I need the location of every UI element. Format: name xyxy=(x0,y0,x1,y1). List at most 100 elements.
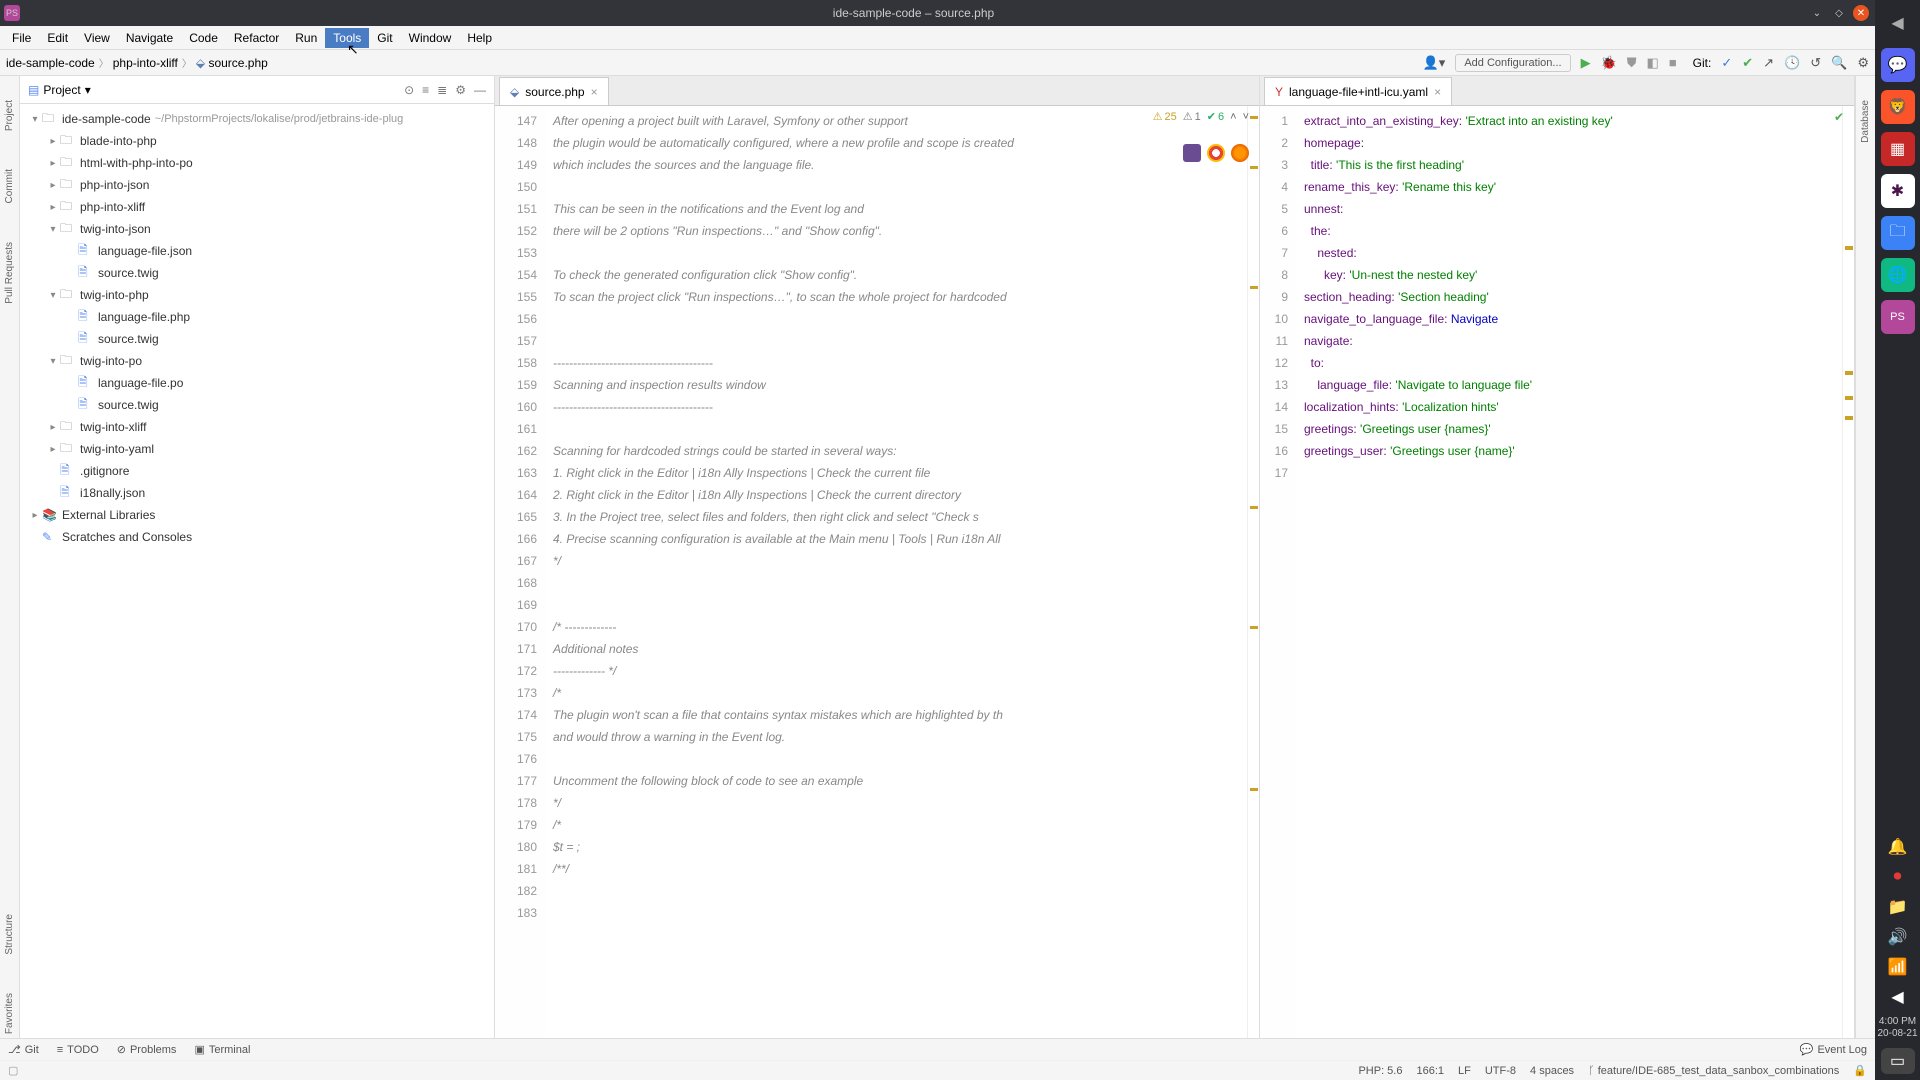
tree-row[interactable]: 🗎language-file.po xyxy=(20,372,494,394)
source-editor[interactable]: ⚠25 ⚠1 ✔6 ˄ ˅ 14714814915015115215315415… xyxy=(495,106,1259,1038)
dock-show-desktop-icon[interactable]: ▭ xyxy=(1881,1048,1915,1074)
tree-arrow-icon[interactable]: ▸ xyxy=(46,136,60,147)
git-commit-button[interactable]: ✔ xyxy=(1742,55,1753,71)
toolwindow-problems[interactable]: ⊘ Problems xyxy=(117,1043,177,1056)
tree-row[interactable]: ▸🗀blade-into-php xyxy=(20,130,494,152)
menu-code[interactable]: Code xyxy=(181,28,226,48)
dock-volume-icon[interactable]: 🔊 xyxy=(1881,926,1915,948)
dock-globe-icon[interactable]: 🌐 xyxy=(1881,258,1915,292)
menu-edit[interactable]: Edit xyxy=(39,28,76,48)
git-push-button[interactable]: ↗ xyxy=(1763,55,1774,71)
tree-row[interactable]: ▸📚External Libraries xyxy=(20,504,494,526)
chrome-icon[interactable] xyxy=(1207,144,1225,162)
phpstorm-preview-icon[interactable] xyxy=(1183,144,1201,162)
git-update-button[interactable]: ✓ xyxy=(1721,55,1732,71)
settings-icon[interactable]: ⚙ xyxy=(1857,55,1869,71)
menu-window[interactable]: Window xyxy=(401,28,460,48)
coverage-button[interactable]: ⛊ xyxy=(1627,55,1637,71)
caret-position[interactable]: 166:1 xyxy=(1416,1065,1444,1077)
menu-tools[interactable]: Tools xyxy=(325,28,369,48)
tree-row[interactable]: ▸🗀php-into-xliff xyxy=(20,196,494,218)
tree-row[interactable]: 🗎source.twig xyxy=(20,394,494,416)
tree-row[interactable]: 🗎language-file.php xyxy=(20,306,494,328)
close-button[interactable]: ✕ xyxy=(1851,3,1871,23)
menu-run[interactable]: Run xyxy=(287,28,325,48)
error-stripe[interactable] xyxy=(1842,106,1854,1038)
tree-arrow-icon[interactable]: ▸ xyxy=(46,444,60,455)
project-view-selector[interactable]: ▤ Project ▾ xyxy=(28,83,91,97)
breadcrumb-item[interactable]: ⬙ source.php xyxy=(196,56,268,70)
tree-arrow-icon[interactable]: ▸ xyxy=(46,180,60,191)
user-icon[interactable]: 👤▾ xyxy=(1423,55,1446,71)
project-tree[interactable]: ▾🗀ide-sample-code~/PhpstormProjects/loka… xyxy=(20,104,494,1038)
panel-settings-icon[interactable]: ⚙ xyxy=(455,83,466,97)
menu-refactor[interactable]: Refactor xyxy=(226,28,287,48)
tree-row[interactable]: ▾🗀twig-into-po xyxy=(20,350,494,372)
tree-arrow-icon[interactable]: ▸ xyxy=(46,422,60,433)
stop-button[interactable]: ■ xyxy=(1669,55,1677,70)
git-branch[interactable]: ᚴ feature/IDE-685_test_data_sanbox_combi… xyxy=(1588,1065,1839,1077)
add-configuration-button[interactable]: Add Configuration... xyxy=(1455,54,1570,72)
select-opened-file-icon[interactable]: ⊙ xyxy=(404,83,414,97)
tree-row[interactable]: ▾🗀twig-into-php xyxy=(20,284,494,306)
maximize-button[interactable]: ◇ xyxy=(1829,3,1849,23)
tree-row[interactable]: ▾🗀ide-sample-code~/PhpstormProjects/loka… xyxy=(20,108,494,130)
minimize-button[interactable]: ⌄ xyxy=(1807,3,1827,23)
pull-requests-tool-button[interactable]: Pull Requests xyxy=(4,238,15,308)
menu-view[interactable]: View xyxy=(76,28,118,48)
search-icon[interactable]: 🔍 xyxy=(1831,55,1847,71)
indent-info[interactable]: 4 spaces xyxy=(1530,1065,1574,1077)
file-encoding[interactable]: UTF-8 xyxy=(1485,1065,1516,1077)
tree-row[interactable]: ▸🗀twig-into-xliff xyxy=(20,416,494,438)
hide-panel-icon[interactable]: — xyxy=(474,83,486,97)
tree-row[interactable]: 🗎i18nally.json xyxy=(20,482,494,504)
menu-file[interactable]: File xyxy=(4,28,39,48)
tree-row[interactable]: ▸🗀html-with-php-into-po xyxy=(20,152,494,174)
dock-back-icon[interactable]: ◀ xyxy=(1881,986,1915,1008)
tree-row[interactable]: ✎Scratches and Consoles xyxy=(20,526,494,548)
tree-arrow-icon[interactable]: ▸ xyxy=(28,510,42,521)
yaml-editor[interactable]: ✔ 1234567891011121314151617 extract_into… xyxy=(1260,106,1854,1038)
tree-row[interactable]: ▸🗀php-into-json xyxy=(20,174,494,196)
dock-record-icon[interactable]: ⏺ xyxy=(1881,866,1915,888)
favorites-tool-button[interactable]: Favorites xyxy=(4,989,15,1038)
tree-row[interactable]: 🗎source.twig xyxy=(20,262,494,284)
php-version[interactable]: PHP: 5.6 xyxy=(1358,1065,1402,1077)
dock-slack-icon[interactable]: ✱ xyxy=(1881,174,1915,208)
tree-row[interactable]: 🗎source.twig xyxy=(20,328,494,350)
code-area[interactable]: After opening a project built with Larav… xyxy=(545,106,1247,1038)
tree-arrow-icon[interactable]: ▾ xyxy=(28,114,42,125)
toolwindow-terminal[interactable]: ▣ Terminal xyxy=(194,1043,250,1056)
tree-arrow-icon[interactable]: ▸ xyxy=(46,202,60,213)
debug-button[interactable]: 🐞 xyxy=(1601,55,1617,71)
tree-row[interactable]: ▸🗀twig-into-yaml xyxy=(20,438,494,460)
commit-tool-button[interactable]: Commit xyxy=(4,165,15,207)
tree-arrow-icon[interactable]: ▾ xyxy=(46,224,60,235)
close-tab-icon[interactable]: × xyxy=(1434,85,1441,99)
dock-notification-icon[interactable]: 🔔 xyxy=(1881,836,1915,858)
line-separator[interactable]: LF xyxy=(1458,1065,1471,1077)
dock-wifi-icon[interactable]: 📶 xyxy=(1881,956,1915,978)
collapse-all-icon[interactable]: ≣ xyxy=(437,83,447,97)
next-highlight-icon[interactable]: ˅ xyxy=(1243,111,1249,123)
tab-source-php[interactable]: ⬙ source.php × xyxy=(499,77,609,105)
prev-highlight-icon[interactable]: ˄ xyxy=(1230,111,1236,123)
menu-git[interactable]: Git xyxy=(369,28,400,48)
toolwindow-todo[interactable]: ≡ TODO xyxy=(57,1043,99,1056)
git-history-button[interactable]: 🕓 xyxy=(1784,55,1800,71)
run-button[interactable]: ▶ xyxy=(1581,55,1591,71)
inspection-widget[interactable]: ⚠25 ⚠1 ✔6 ˄ ˅ xyxy=(1153,110,1249,123)
expand-all-icon[interactable]: ≡ xyxy=(422,83,429,97)
tree-arrow-icon[interactable]: ▾ xyxy=(46,356,60,367)
dock-brave-icon[interactable]: 🦁 xyxy=(1881,90,1915,124)
tree-arrow-icon[interactable]: ▾ xyxy=(46,290,60,301)
inspection-ok-icon[interactable]: ✔ xyxy=(1834,110,1844,124)
lock-icon[interactable]: 🔒 xyxy=(1853,1064,1867,1077)
menu-help[interactable]: Help xyxy=(459,28,500,48)
dock-arrow-icon[interactable]: ◀ xyxy=(1881,6,1915,40)
tab-language-yaml[interactable]: Y language-file+intl-icu.yaml × xyxy=(1264,77,1452,105)
dock-phpstorm-icon[interactable]: PS xyxy=(1881,300,1915,334)
error-stripe[interactable] xyxy=(1247,106,1259,1038)
git-rollback-button[interactable]: ↺ xyxy=(1810,55,1821,71)
tree-row[interactable]: ▾🗀twig-into-json xyxy=(20,218,494,240)
